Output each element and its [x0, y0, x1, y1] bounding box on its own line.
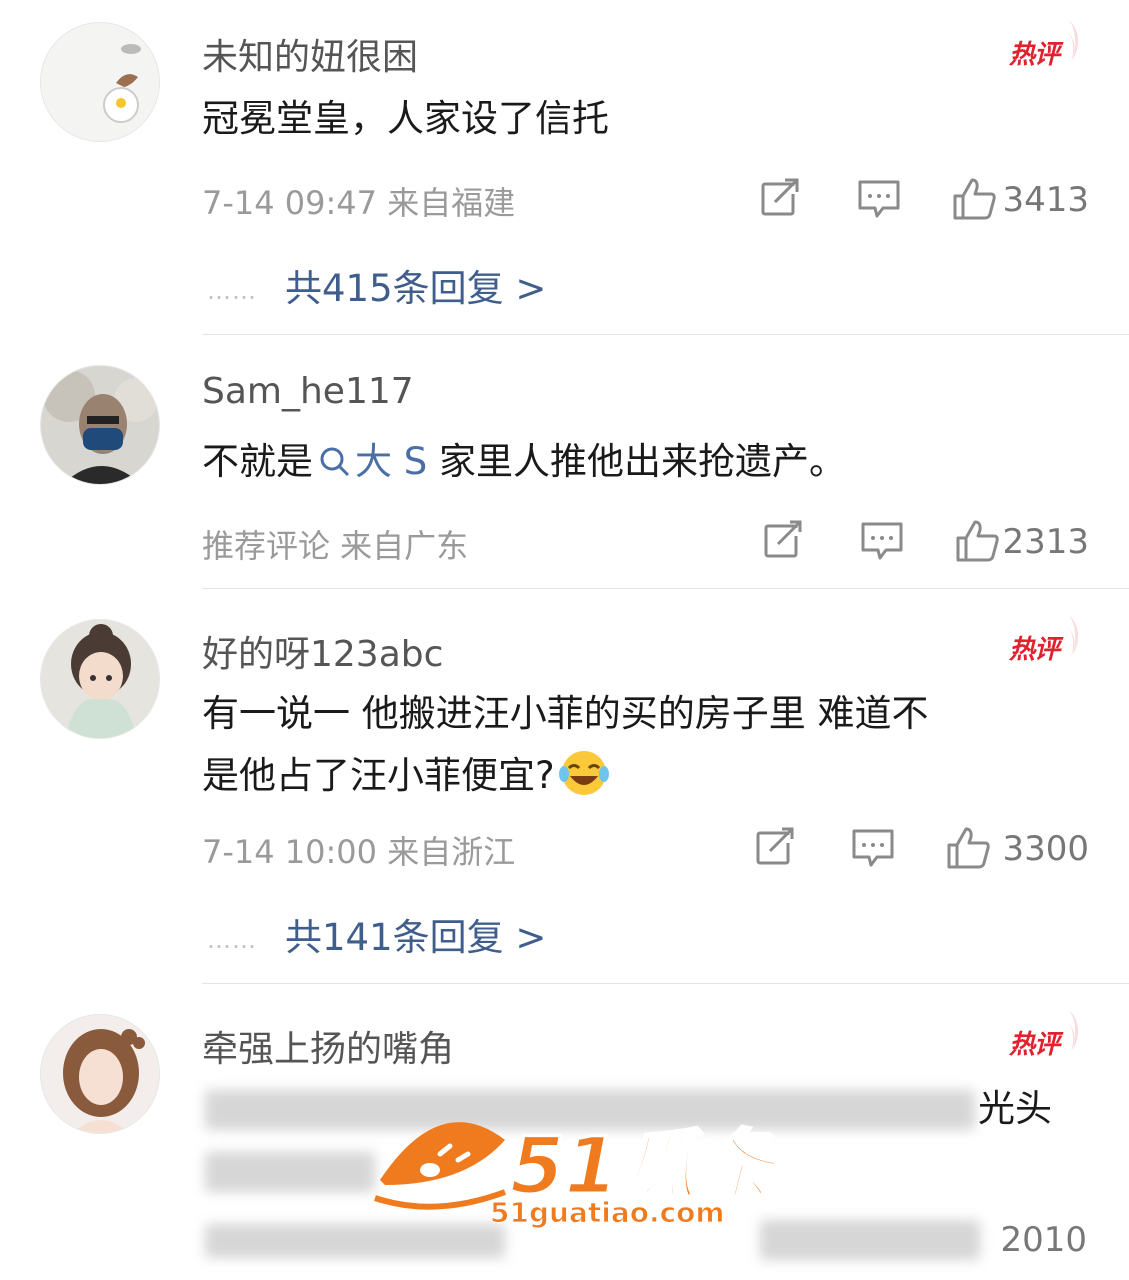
text-line-1: 有一说一 他搬进汪小菲的买的房子里 难道不 — [202, 692, 929, 735]
comment-text-visible-fragment: 光头 — [978, 1087, 1052, 1130]
comment-actions: 3413 — [749, 176, 1089, 226]
comment-meta: 推荐评论 来自广东 — [202, 527, 469, 565]
username[interactable]: 好的呀123abc — [202, 625, 443, 677]
text-line-2: 是他占了汪小菲便宜? — [202, 745, 1089, 807]
avatar-illustration-icon — [41, 620, 159, 738]
avatar[interactable] — [40, 1014, 160, 1134]
replies-dots: …… — [207, 925, 257, 954]
view-replies-link[interactable]: …… 共141条回复 > — [207, 907, 546, 961]
hot-badge: 热评 — [1009, 20, 1089, 76]
share-icon[interactable] — [759, 176, 803, 220]
replies-dots: …… — [207, 276, 257, 305]
laugh-cry-emoji-icon — [558, 751, 609, 795]
search-topic-link[interactable]: 大 S — [313, 440, 427, 483]
watermelon-logo-icon — [374, 1122, 507, 1210]
replies-label: 共415条回复 > — [285, 267, 547, 310]
like-count: 2313 — [1002, 522, 1089, 562]
hot-badge: 热评 — [1009, 1010, 1089, 1066]
comment-text: 不就是大 S 家里人推他出来抢遗产。 — [202, 431, 1089, 493]
blurred-text-line-2 — [205, 1152, 375, 1192]
comment-icon[interactable] — [851, 825, 895, 869]
text-after: 家里人推他出来抢遗产。 — [439, 440, 847, 483]
avatar-illustration-icon — [41, 1015, 159, 1133]
like-count: 3300 — [1002, 829, 1089, 869]
text-before: 不就是 — [202, 440, 313, 483]
hot-label: 热评 — [1009, 1030, 1060, 1060]
comment-icon[interactable] — [857, 176, 901, 220]
username[interactable]: Sam_he117 — [202, 371, 414, 412]
view-replies-link[interactable]: …… 共415条回复 > — [207, 258, 546, 312]
username[interactable]: 牵强上扬的嘴角 — [202, 1020, 454, 1072]
comment-actions: 2313 — [749, 518, 1089, 568]
comment-meta: 7-14 09:47 来自福建 — [202, 184, 516, 222]
like-icon[interactable] — [946, 825, 990, 869]
avatar[interactable] — [40, 22, 160, 142]
search-icon — [320, 447, 350, 477]
hot-badge: 热评 — [1009, 615, 1089, 671]
like-icon[interactable] — [955, 518, 999, 562]
avatar[interactable] — [40, 365, 160, 485]
avatar-sketch-icon — [41, 23, 159, 141]
hot-label: 热评 — [1009, 40, 1060, 70]
replies-label: 共141条回复 > — [285, 916, 547, 959]
comment-actions: 3300 — [749, 825, 1089, 875]
search-link-text: 大 S — [355, 440, 428, 483]
hot-label: 热评 — [1009, 635, 1060, 665]
avatar[interactable] — [40, 619, 160, 739]
like-count: 3413 — [1002, 180, 1089, 220]
like-count: 2010 — [1000, 1220, 1087, 1260]
share-icon[interactable] — [754, 825, 798, 869]
text-line-2-content: 是他占了汪小菲便宜? — [202, 754, 555, 797]
comment-icon[interactable] — [860, 518, 904, 562]
comment-3: 好的呀123abc 热评 有一说一 他搬进汪小菲的买的房子里 难道不 是他占了汪… — [0, 589, 1129, 984]
share-icon[interactable] — [762, 518, 806, 562]
watermark-url: 51guatiao.com — [490, 1196, 726, 1230]
watermark: 51瓜条 51guatiao.com — [370, 1110, 790, 1240]
comment-meta: 7-14 10:00 来自浙江 — [202, 833, 516, 871]
comment-text: 有一说一 他搬进汪小菲的买的房子里 难道不 是他占了汪小菲便宜? — [202, 683, 1089, 807]
comment-2: Sam_he117 不就是大 S 家里人推他出来抢遗产。 推荐评论 来自广东 2… — [0, 335, 1129, 589]
username[interactable]: 未知的妞很困 — [202, 28, 418, 80]
comment-text: 冠冕堂皇，人家设了信托 — [202, 97, 609, 140]
avatar-photo-icon — [41, 366, 159, 484]
blurred-actions — [760, 1220, 980, 1260]
like-icon[interactable] — [952, 176, 996, 220]
comment-1: 未知的妞很困 热评 冠冕堂皇，人家设了信托 7-14 09:47 来自福建 34… — [0, 0, 1129, 335]
